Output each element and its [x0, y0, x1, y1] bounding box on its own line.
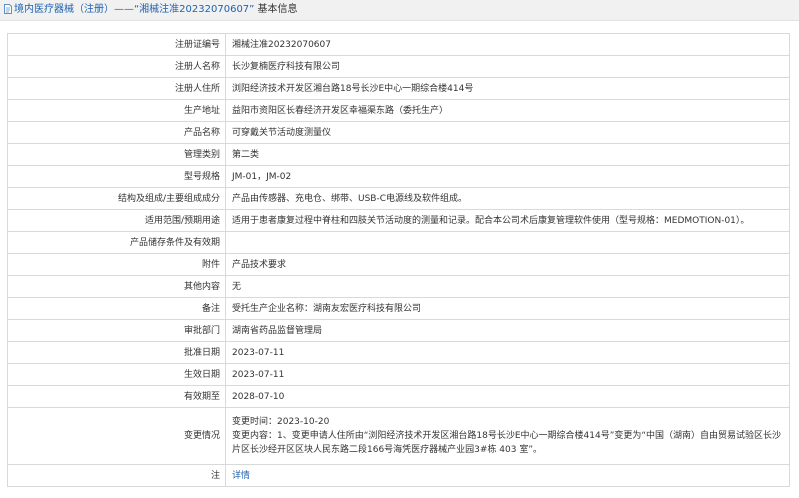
- table-row: 有效期至 2028-07-10: [7, 385, 790, 408]
- table-row: 生效日期 2023-07-11: [7, 363, 790, 386]
- row-label: 管理类别: [7, 143, 226, 166]
- table-row: 其他内容无: [7, 275, 790, 298]
- table-row: 附件 产品技术要求: [7, 253, 790, 276]
- row-value: 湘械注准20232070607: [225, 33, 790, 56]
- row-label: 结构及组成/主要组成成分: [7, 187, 226, 210]
- title-registration-number: “湘械注准20232070607”: [134, 4, 255, 15]
- row-value: 详情: [225, 464, 790, 487]
- row-value: 2028-07-10: [225, 385, 790, 408]
- row-value: 浏阳经济技术开发区湘台路18号长沙E中心一期综合楼414号: [225, 77, 790, 100]
- row-label: 其他内容: [7, 275, 226, 298]
- row-value: 可穿戴关节活动度测量仪: [225, 121, 790, 144]
- table-row: 注册人名称 长沙复楠医疗科技有限公司: [7, 55, 790, 78]
- table-row: 型号规格 JM-01，JM-02: [7, 165, 790, 188]
- row-value: 2023-07-11: [225, 341, 790, 364]
- table-row: 注册证编号 湘械注准20232070607: [7, 33, 790, 56]
- row-value: 第二类: [225, 143, 790, 166]
- change-row: 变更情况 变更时间：2023-10-20 变更内容：1、变更申请人住所由“浏阳经济技…: [7, 407, 790, 465]
- row-value: 益阳市资阳区长春经济开发区幸福渠东路（委托生产）: [225, 99, 790, 122]
- row-label: 适用范围/预期用途: [7, 209, 226, 232]
- row-label: 型号规格: [7, 165, 226, 188]
- row-label: 生产地址: [7, 99, 226, 122]
- row-label: 产品名称: [7, 121, 226, 144]
- table-row: 备注 受托生产企业名称：湖南友宏医疗科技有限公司: [7, 297, 790, 320]
- row-label: 产品储存条件及有效期: [7, 231, 226, 254]
- row-label: 注: [7, 464, 226, 487]
- page-header: 境内医疗器械（注册）——“湘械注准20232070607” 基本信息: [0, 0, 799, 21]
- change-time: 变更时间：2023-10-20: [232, 417, 330, 427]
- table-row: 结构及组成/主要组成成分 产品由传感器、充电仓、绑带、USB-C电源线及软件组成。: [7, 187, 790, 210]
- row-label: 生效日期: [7, 363, 226, 386]
- table-row: 产品名称 可穿戴关节活动度测量仪: [7, 121, 790, 144]
- table-row: 适用范围/预期用途 适用于患者康复过程中脊柱和四肢关节活动度的测量和记录。配合本公…: [7, 209, 790, 232]
- row-value: JM-01，JM-02: [225, 165, 790, 188]
- row-label: 注册人住所: [7, 77, 226, 100]
- row-value: 适用于患者康复过程中脊柱和四肢关节活动度的测量和记录。配合本公司术后康复管理软件…: [225, 209, 790, 232]
- page-title: 境内医疗器械（注册）——“湘械注准20232070607” 基本信息: [14, 4, 298, 16]
- row-label: 附件: [7, 253, 226, 276]
- row-value: 长沙复楠医疗科技有限公司: [225, 55, 790, 78]
- change-details: 变更时间：2023-10-20 变更内容：1、变更申请人住所由“浏阳经济技术开发区…: [225, 407, 790, 465]
- change-content: 变更内容：1、变更申请人住所由“浏阳经济技术开发区湘台路18号长沙E中心一期综合…: [232, 431, 782, 455]
- row-label: 有效期至: [7, 385, 226, 408]
- table-row: 管理类别 第二类: [7, 143, 790, 166]
- row-label: 备注: [7, 297, 226, 320]
- row-value: 产品技术要求: [225, 253, 790, 276]
- row-label: 注册证编号: [7, 33, 226, 56]
- document-icon: [4, 4, 12, 14]
- row-value: 无: [225, 275, 790, 298]
- row-value: 2023-07-11: [225, 363, 790, 386]
- title-suffix: 基本信息: [254, 4, 298, 15]
- row-value: [225, 231, 790, 254]
- info-table: 注册证编号 湘械注准20232070607 注册人名称 长沙复楠医疗科技有限公司 注册人…: [7, 33, 790, 487]
- row-label: 变更情况: [7, 407, 226, 465]
- row-label: 注册人名称: [7, 55, 226, 78]
- note-row: 注详情: [7, 464, 790, 487]
- table-row: 批准日期 2023-07-11: [7, 341, 790, 364]
- row-label: 批准日期: [7, 341, 226, 364]
- details-link[interactable]: 详情: [232, 471, 250, 481]
- row-value: 湖南省药品监督管理局: [225, 319, 790, 342]
- table-row: 审批部门 湖南省药品监督管理局: [7, 319, 790, 342]
- row-value: 产品由传感器、充电仓、绑带、USB-C电源线及软件组成。: [225, 187, 790, 210]
- table-row: 产品储存条件及有效期: [7, 231, 790, 254]
- title-prefix: 境内医疗器械（注册）——: [14, 4, 134, 15]
- row-label: 审批部门: [7, 319, 226, 342]
- table-row: 生产地址 益阳市资阳区长春经济开发区幸福渠东路（委托生产）: [7, 99, 790, 122]
- table-row: 注册人住所 浏阳经济技术开发区湘台路18号长沙E中心一期综合楼414号: [7, 77, 790, 100]
- row-value: 受托生产企业名称：湖南友宏医疗科技有限公司: [225, 297, 790, 320]
